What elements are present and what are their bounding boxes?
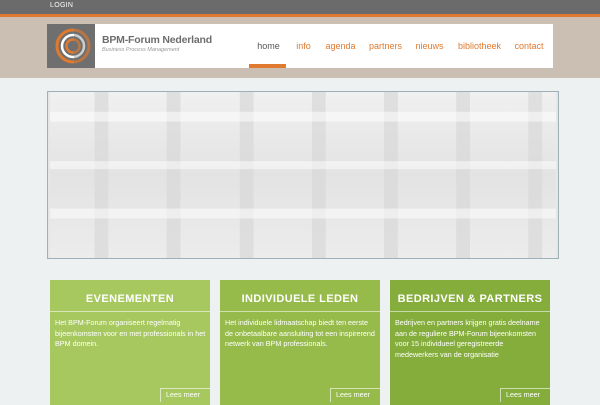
card-divider bbox=[50, 311, 210, 312]
nav-item-partners[interactable]: partners bbox=[363, 24, 408, 68]
nav-label: agenda bbox=[325, 41, 356, 51]
top-bar: LOGIN bbox=[0, 0, 600, 17]
hero-image bbox=[50, 92, 556, 258]
nav-label: partners bbox=[368, 41, 403, 51]
nav-item-nieuws[interactable]: nieuws bbox=[408, 24, 451, 68]
card-individuele-leden: INDIVIDUELE LEDEN Het individuele lidmaa… bbox=[220, 280, 380, 405]
brand-name: BPM-Forum Nederland bbox=[102, 34, 212, 46]
login-link[interactable]: LOGIN bbox=[50, 2, 73, 9]
card-divider bbox=[390, 311, 550, 312]
nav-item-contact[interactable]: contact bbox=[508, 24, 550, 68]
card-bedrijven-partners: BEDRIJVEN & PARTNERS Bedrijven en partne… bbox=[390, 280, 550, 405]
nav-item-bibliotheek[interactable]: bibliotheek bbox=[451, 24, 508, 68]
nav-label: info bbox=[296, 41, 311, 51]
brand-tagline: Business Process Management bbox=[102, 47, 180, 53]
nav-label: bibliotheek bbox=[457, 41, 502, 51]
card-text: Bedrijven en partners krijgen gratis dee… bbox=[395, 318, 540, 359]
logo-icon bbox=[47, 24, 95, 68]
card-title: BEDRIJVEN & PARTNERS bbox=[397, 293, 543, 305]
nav-label: home bbox=[257, 41, 280, 51]
nav-active-indicator bbox=[249, 64, 286, 68]
main-nav: home info agenda partners nieuws bibliot… bbox=[248, 24, 550, 68]
nav-item-info[interactable]: info bbox=[289, 24, 318, 68]
nav-item-agenda[interactable]: agenda bbox=[318, 24, 363, 68]
card-evenementen: EVENEMENTEN Het BPM-Forum organiseert re… bbox=[50, 280, 210, 405]
card-title: INDIVIDUELE LEDEN bbox=[241, 293, 359, 305]
nav-label: nieuws bbox=[415, 41, 444, 51]
card-title: EVENEMENTEN bbox=[85, 293, 175, 305]
card-divider bbox=[220, 311, 380, 312]
site-header: BPM-Forum Nederland Business Process Man… bbox=[47, 24, 553, 68]
nav-label: contact bbox=[514, 41, 544, 51]
card-text: Het individuele lidmaatschap biedt ten e… bbox=[225, 318, 375, 348]
nav-item-home[interactable]: home bbox=[248, 24, 289, 68]
site-logo[interactable]: BPM-Forum Nederland Business Process Man… bbox=[47, 24, 217, 68]
card-text: Het BPM-Forum organiseert regelmatig bij… bbox=[55, 318, 206, 348]
hero-slider[interactable] bbox=[47, 91, 559, 259]
